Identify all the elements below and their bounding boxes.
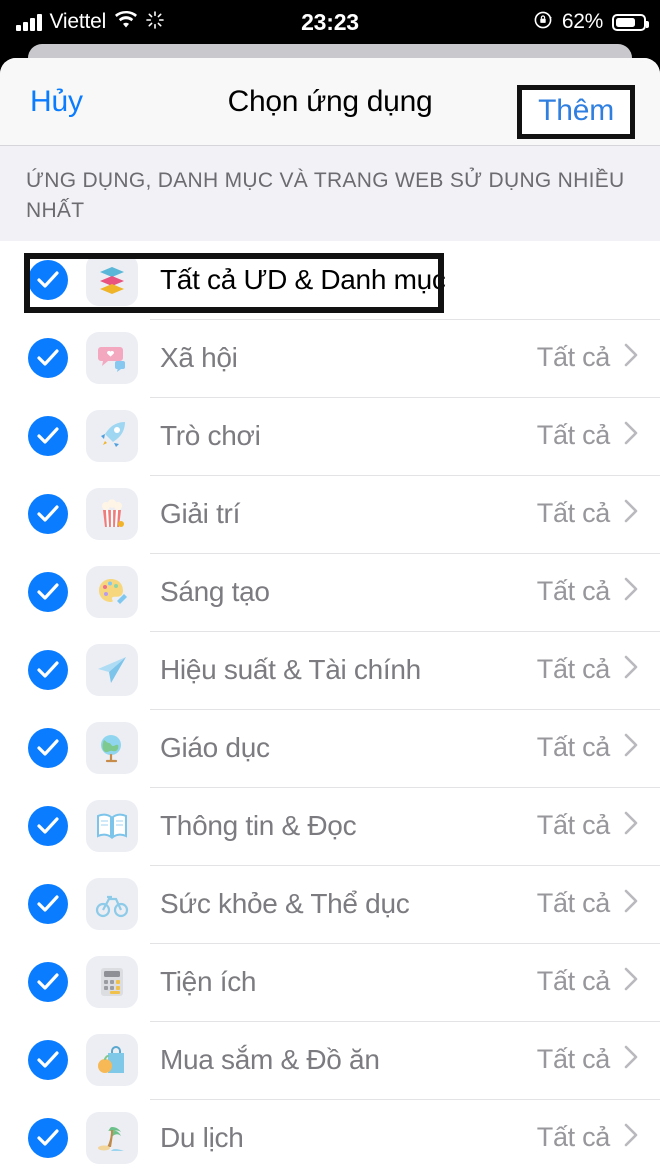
list-item-label: Trò chơi bbox=[160, 419, 261, 451]
checkmark-icon[interactable] bbox=[28, 493, 68, 534]
list-item-label: Mua sắm & Đồ ăn bbox=[160, 1043, 380, 1075]
checkmark-icon[interactable] bbox=[28, 337, 68, 378]
list-item[interactable]: Giáo dục Tất cả bbox=[0, 708, 660, 787]
checkmark-icon[interactable] bbox=[28, 415, 68, 456]
rotation-lock-icon bbox=[533, 10, 553, 35]
list-item-label: Giáo dục bbox=[160, 731, 270, 763]
list-item[interactable]: Du lịch Tất cả bbox=[0, 1098, 660, 1173]
chevron-right-icon bbox=[624, 655, 638, 684]
list-item[interactable]: Tiện ích Tất cả bbox=[0, 942, 660, 1021]
phone-screen: Viettel 23:23 62% Hủy Chọn ứng dụng Thêm bbox=[0, 0, 660, 1173]
list-item[interactable]: Mua sắm & Đồ ăn Tất cả bbox=[0, 1020, 660, 1099]
calculator-icon bbox=[86, 955, 138, 1008]
list-item-accessory[interactable]: Tất cả bbox=[537, 654, 638, 685]
chevron-right-icon bbox=[624, 811, 638, 840]
chat-heart-icon bbox=[86, 331, 138, 384]
bicycle-icon bbox=[86, 877, 138, 930]
list-item-accessory[interactable]: Tất cả bbox=[537, 498, 638, 529]
list-item-value: Tất cả bbox=[536, 966, 611, 997]
checkmark-icon[interactable] bbox=[28, 571, 68, 612]
list-item-label: Sức khỏe & Thể dục bbox=[160, 887, 410, 919]
checkmark-icon[interactable] bbox=[28, 727, 68, 768]
list-item-value: Tất cả bbox=[536, 498, 611, 529]
shopping-bag-icon bbox=[86, 1033, 138, 1086]
checkmark-icon[interactable] bbox=[28, 1117, 68, 1158]
list-item-value: Tất cả bbox=[536, 1122, 611, 1153]
status-bar: Viettel 23:23 62% bbox=[0, 0, 660, 44]
list-item-value: Tất cả bbox=[536, 1044, 611, 1075]
list-item-label: Du lịch bbox=[160, 1121, 244, 1153]
checkmark-icon[interactable] bbox=[28, 961, 68, 1002]
battery-icon bbox=[612, 13, 649, 31]
list-item-value: Tất cả bbox=[536, 420, 611, 451]
list-item[interactable]: Trò chơi Tất cả bbox=[0, 396, 660, 475]
list-item[interactable]: Sáng tạo Tất cả bbox=[0, 552, 660, 631]
category-list: Tất cả ƯD & Danh mục Xã hội Tất cả Trò c… bbox=[0, 240, 660, 1173]
checkmark-icon[interactable] bbox=[28, 805, 68, 846]
list-item-accessory[interactable]: Tất cả bbox=[537, 1122, 638, 1153]
list-item-label: Giải trí bbox=[160, 497, 241, 529]
list-item-label: Tất cả ƯD & Danh mục bbox=[160, 263, 446, 295]
list-item-accessory[interactable]: Tất cả bbox=[537, 576, 638, 607]
list-item-value: Tất cả bbox=[536, 576, 611, 607]
rocket-icon bbox=[86, 409, 138, 462]
chevron-right-icon bbox=[624, 1045, 638, 1074]
chevron-right-icon bbox=[624, 1123, 638, 1152]
list-item-accessory[interactable]: Tất cả bbox=[537, 420, 638, 451]
chevron-right-icon bbox=[624, 421, 638, 450]
list-item-accessory[interactable]: Tất cả bbox=[537, 966, 638, 997]
chevron-right-icon bbox=[624, 967, 638, 996]
list-item-value: Tất cả bbox=[536, 732, 611, 763]
list-item-accessory[interactable]: Tất cả bbox=[537, 888, 638, 919]
list-item-label: Sáng tạo bbox=[160, 575, 270, 607]
paint-palette-icon bbox=[86, 565, 138, 618]
list-item-accessory[interactable]: Tất cả bbox=[537, 732, 638, 763]
layers-icon bbox=[86, 253, 138, 306]
list-item-accessory[interactable]: Tất cả bbox=[537, 342, 638, 373]
list-item[interactable]: Hiệu suất & Tài chính Tất cả bbox=[0, 630, 660, 709]
list-item[interactable]: Giải trí Tất cả bbox=[0, 474, 660, 553]
list-item-label: Hiệu suất & Tài chính bbox=[160, 653, 421, 685]
checkmark-icon[interactable] bbox=[28, 1039, 68, 1080]
list-item[interactable]: Tất cả ƯD & Danh mục bbox=[0, 241, 660, 319]
list-item-accessory[interactable]: Tất cả bbox=[537, 810, 638, 841]
navigation-bar: Hủy Chọn ứng dụng Thêm bbox=[0, 58, 660, 146]
section-header: ỨNG DỤNG, DANH MỤC VÀ TRANG WEB SỬ DỤNG … bbox=[0, 146, 660, 241]
checkmark-icon[interactable] bbox=[28, 259, 68, 300]
palm-beach-icon bbox=[86, 1111, 138, 1164]
checkmark-icon[interactable] bbox=[28, 649, 68, 690]
checkmark-icon[interactable] bbox=[28, 883, 68, 924]
chevron-right-icon bbox=[624, 499, 638, 528]
list-item-label: Xã hội bbox=[160, 341, 238, 373]
chevron-right-icon bbox=[624, 577, 638, 606]
chevron-right-icon bbox=[624, 343, 638, 372]
paper-plane-icon bbox=[86, 643, 138, 696]
list-item-value: Tất cả bbox=[536, 888, 611, 919]
chevron-right-icon bbox=[624, 889, 638, 918]
list-item[interactable]: Xã hội Tất cả bbox=[0, 318, 660, 397]
globe-icon bbox=[86, 721, 138, 774]
add-button-annotation-box: Thêm bbox=[517, 85, 635, 139]
status-bar-right: 62% bbox=[533, 10, 649, 35]
list-item[interactable]: Sức khỏe & Thể dục Tất cả bbox=[0, 864, 660, 943]
list-item-value: Tất cả bbox=[536, 342, 611, 373]
list-item-accessory[interactable]: Tất cả bbox=[537, 1044, 638, 1075]
chevron-right-icon bbox=[624, 733, 638, 762]
battery-percent-label: 62% bbox=[561, 10, 603, 33]
list-item[interactable]: Thông tin & Đọc Tất cả bbox=[0, 786, 660, 865]
list-item-label: Tiện ích bbox=[160, 965, 257, 997]
list-item-value: Tất cả bbox=[536, 654, 611, 685]
add-button[interactable]: Thêm bbox=[538, 94, 614, 127]
choose-apps-sheet: Hủy Chọn ứng dụng Thêm ỨNG DỤNG, DANH MỤ… bbox=[0, 58, 660, 1173]
list-item-label: Thông tin & Đọc bbox=[160, 809, 357, 841]
popcorn-icon bbox=[86, 487, 138, 540]
list-item-value: Tất cả bbox=[536, 810, 611, 841]
open-book-icon bbox=[86, 799, 138, 852]
